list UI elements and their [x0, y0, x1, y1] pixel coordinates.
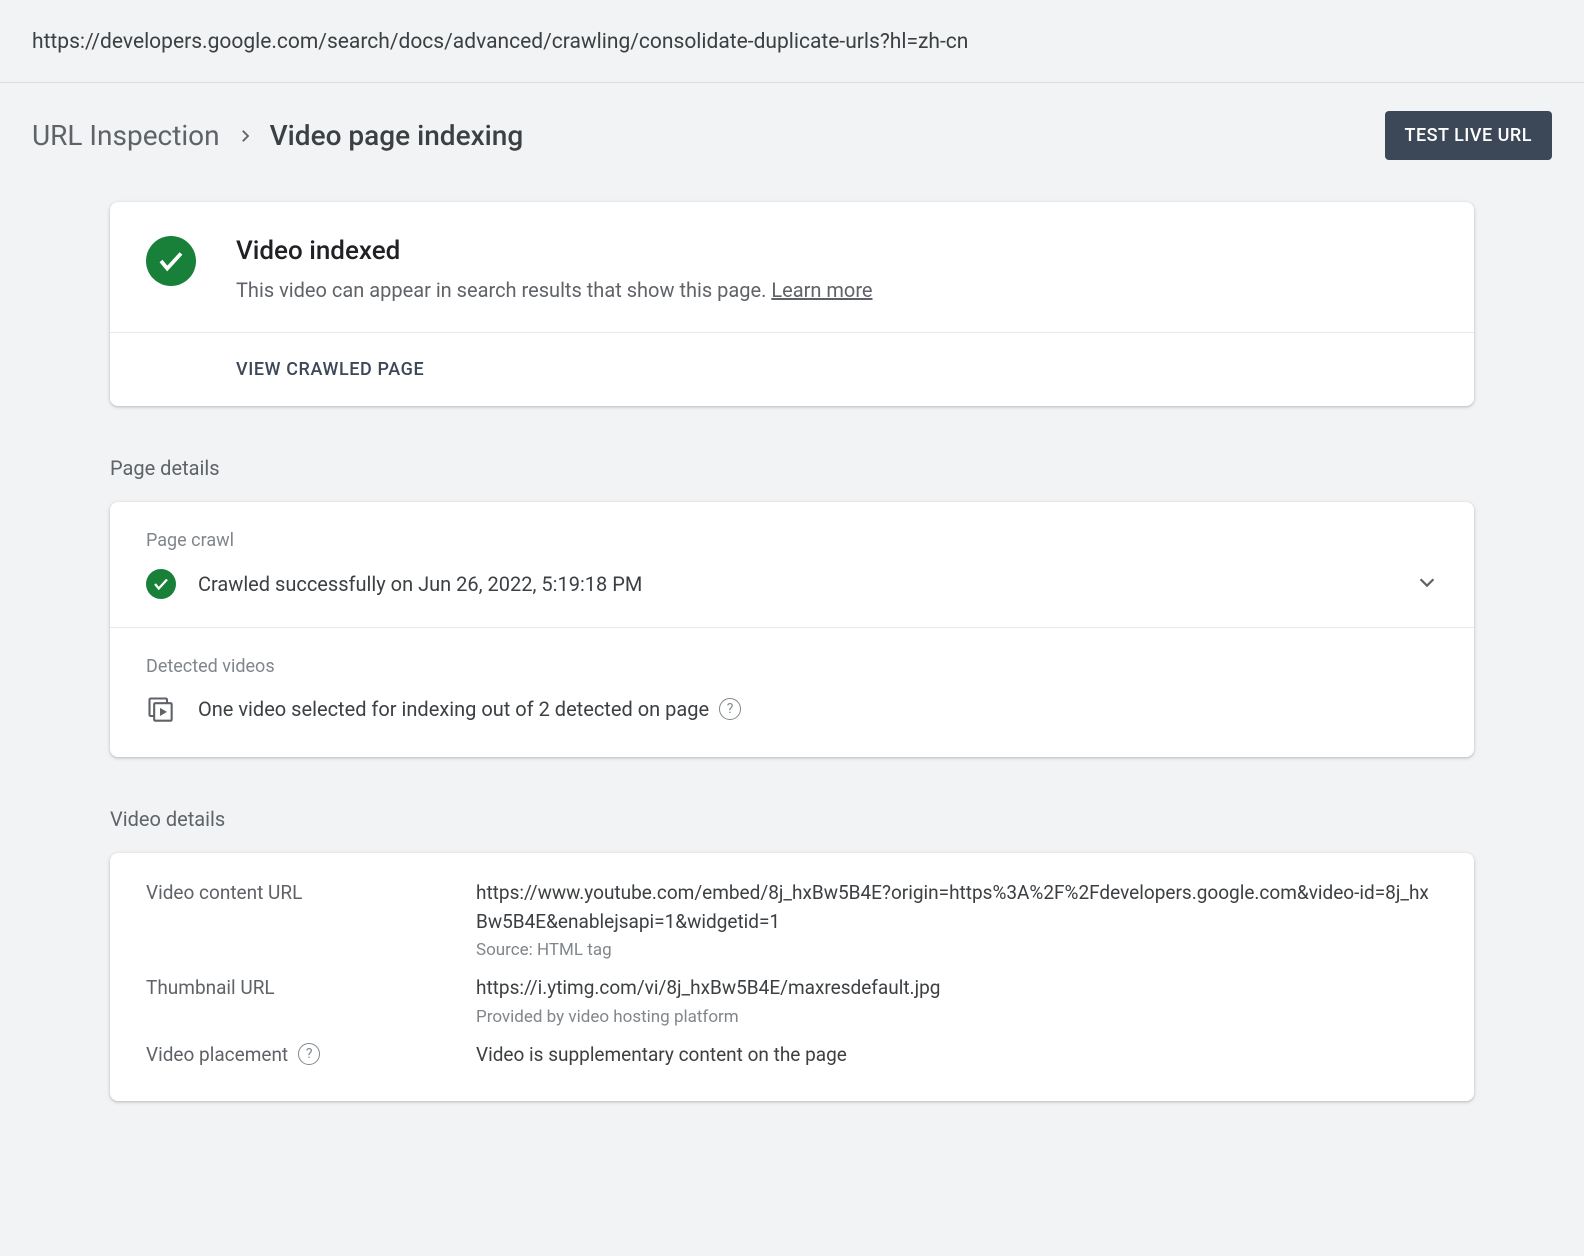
- header-row: URL Inspection Video page indexing TEST …: [0, 83, 1584, 178]
- detail-source: Provided by video hosting platform: [476, 1007, 940, 1027]
- breadcrumb: URL Inspection Video page indexing: [32, 119, 523, 152]
- chevron-right-icon: [236, 119, 254, 152]
- inspected-url: https://developers.google.com/search/doc…: [0, 0, 1584, 82]
- status-title: Video indexed: [236, 236, 873, 266]
- detected-videos-row: One video selected for indexing out of 2…: [110, 695, 1474, 757]
- check-icon: [146, 569, 176, 599]
- learn-more-link[interactable]: Learn more: [771, 278, 872, 302]
- detail-row: Thumbnail URLhttps://i.ytimg.com/vi/8j_h…: [146, 974, 1438, 1027]
- test-live-url-button[interactable]: TEST LIVE URL: [1385, 111, 1552, 160]
- detected-videos-text: One video selected for indexing out of 2…: [198, 697, 709, 721]
- detected-videos-label: Detected videos: [110, 628, 1474, 695]
- detail-value: https://www.youtube.com/embed/8j_hxBw5B4…: [476, 879, 1438, 960]
- status-subtitle: This video can appear in search results …: [236, 278, 873, 302]
- video-details-card: Video content URLhttps://www.youtube.com…: [110, 853, 1474, 1101]
- chevron-down-icon[interactable]: [1416, 571, 1438, 598]
- detail-label: Video placement?: [146, 1041, 476, 1066]
- view-crawled-page-button[interactable]: VIEW CRAWLED PAGE: [236, 359, 424, 380]
- page-crawl-row[interactable]: Crawled successfully on Jun 26, 2022, 5:…: [110, 569, 1474, 627]
- page-details-label: Page details: [110, 456, 1474, 480]
- help-icon[interactable]: ?: [719, 698, 741, 720]
- video-details-label: Video details: [110, 807, 1474, 831]
- detail-value: Video is supplementary content on the pa…: [476, 1041, 847, 1070]
- detail-label: Video content URL: [146, 879, 476, 904]
- crawl-status-text: Crawled successfully on Jun 26, 2022, 5:…: [198, 572, 1416, 596]
- detail-source: Source: HTML tag: [476, 940, 1438, 960]
- page-details-card: Page crawl Crawled successfully on Jun 2…: [110, 502, 1474, 757]
- breadcrumb-current: Video page indexing: [270, 119, 524, 152]
- breadcrumb-root[interactable]: URL Inspection: [32, 119, 220, 152]
- help-icon[interactable]: ?: [298, 1043, 320, 1065]
- detail-row: Video placement?Video is supplementary c…: [146, 1041, 1438, 1070]
- status-card: Video indexed This video can appear in s…: [110, 202, 1474, 406]
- page-crawl-label: Page crawl: [110, 502, 1474, 569]
- detail-label: Thumbnail URL: [146, 974, 476, 999]
- detail-row: Video content URLhttps://www.youtube.com…: [146, 879, 1438, 960]
- detail-value: https://i.ytimg.com/vi/8j_hxBw5B4E/maxre…: [476, 974, 940, 1027]
- video-pages-icon: [146, 695, 174, 723]
- check-circle-icon: [146, 236, 196, 286]
